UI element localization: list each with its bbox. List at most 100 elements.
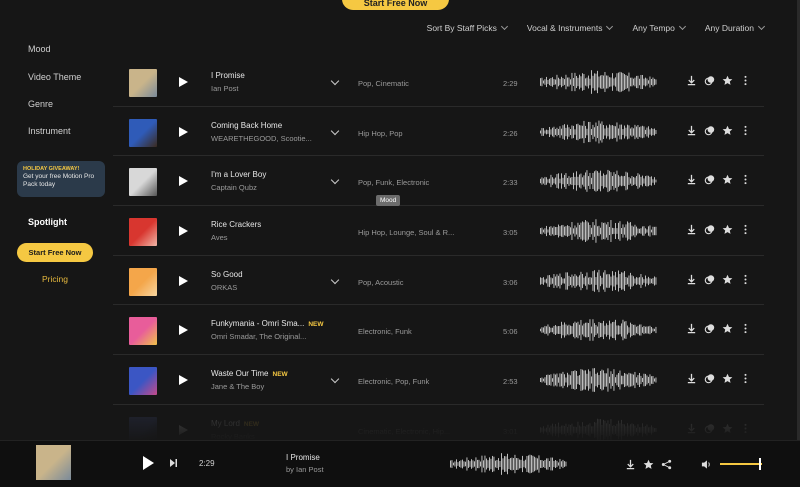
play-button[interactable] [179,325,188,336]
more-vertical-icon[interactable] [740,125,751,136]
chevron-down-icon[interactable] [330,374,340,384]
top-start-free-button[interactable]: Start Free Now [342,0,449,10]
more-vertical-icon[interactable] [740,174,751,185]
star-icon[interactable] [722,274,733,285]
sort-dropdown[interactable]: Sort By Staff Picks [427,22,508,33]
download-icon[interactable] [686,274,697,285]
star-icon[interactable] [722,224,733,235]
track-waveform[interactable] [540,318,658,342]
star-icon[interactable] [722,125,733,136]
track-cover-art[interactable] [129,367,157,396]
add-to-collection-icon[interactable] [704,323,715,334]
download-icon[interactable] [686,323,697,334]
play-button[interactable] [179,176,188,187]
star-icon[interactable] [722,373,733,384]
more-vertical-icon[interactable] [740,373,751,384]
track-artist[interactable]: Omri Smadar, The Original... [211,332,306,341]
download-icon[interactable] [686,373,697,384]
sidebar-item-mood[interactable]: Mood [28,44,51,54]
track-artist[interactable]: Jane & The Boy [211,382,264,391]
track-cover-art[interactable] [129,317,157,346]
track-waveform[interactable] [540,70,658,94]
play-button[interactable] [179,226,188,237]
track-waveform[interactable] [540,169,658,193]
download-icon[interactable] [625,459,636,470]
skip-next-icon[interactable] [170,459,177,467]
more-vertical-icon[interactable] [740,224,751,235]
play-button[interactable] [179,375,188,386]
track-artist[interactable]: Ian Post [211,84,239,93]
download-icon[interactable] [686,75,697,86]
track-cover-art[interactable] [129,118,157,147]
vocal-filter-dropdown[interactable]: Vocal & Instruments [527,22,614,33]
track-row[interactable]: Coming Back Home WEARETHEGOOD, Scootie..… [113,107,764,157]
track-row[interactable]: Funkymania - Omri Sma... NEW Omri Smadar,… [113,305,764,356]
track-genres[interactable]: Electronic, Pop, Funk [358,377,429,386]
more-vertical-icon[interactable] [740,75,751,86]
add-to-collection-icon[interactable] [704,174,715,185]
track-title[interactable]: Coming Back Home [211,121,286,130]
play-button[interactable] [179,275,188,286]
tempo-filter-dropdown[interactable]: Any Tempo [632,22,686,33]
volume-icon[interactable] [701,459,712,470]
download-icon[interactable] [686,125,697,136]
player-track-artist[interactable]: by Ian Post [286,465,324,474]
download-icon[interactable] [686,224,697,235]
chevron-down-icon[interactable] [330,275,340,284]
track-artist[interactable]: Aves [211,233,228,242]
duration-filter-dropdown[interactable]: Any Duration [705,22,766,33]
track-artist[interactable]: Captain Qubz [211,183,257,192]
track-waveform[interactable] [540,120,658,144]
track-row[interactable]: So Good ORKAS Pop, Acoustic 3:06 [113,256,764,306]
play-button[interactable] [179,77,188,87]
player-play-button[interactable] [143,456,154,470]
sidebar-item-video-theme[interactable]: Video Theme [28,72,81,82]
add-to-collection-icon[interactable] [704,125,715,136]
track-waveform[interactable] [540,219,658,243]
track-row[interactable]: Waste Our Time NEW Jane & The Boy Electro… [113,355,764,405]
volume-slider-handle[interactable] [759,458,761,470]
add-to-collection-icon[interactable] [704,224,715,235]
track-artist[interactable]: WEARETHEGOOD, Scootie... [211,134,312,143]
track-genres[interactable]: Hip Hop, Lounge, Soul & R... [358,228,454,237]
star-icon[interactable] [722,323,733,334]
track-title[interactable]: I Promise [211,71,249,80]
share-icon[interactable] [661,459,672,470]
add-to-collection-icon[interactable] [704,75,715,86]
track-title[interactable]: Funkymania - Omri Sma... NEW [211,319,324,328]
track-title[interactable]: So Good [211,270,247,279]
track-genres[interactable]: Pop, Acoustic [358,278,403,287]
track-artist[interactable]: ORKAS [211,283,237,292]
track-row[interactable]: Rice Crackers Aves Hip Hop, Lounge, Soul… [113,206,764,256]
track-cover-art[interactable] [129,267,157,296]
track-cover-art[interactable] [129,168,157,197]
track-genres[interactable]: Pop, Cinematic [358,79,409,88]
star-icon[interactable] [722,75,733,86]
chevron-down-icon[interactable] [330,76,340,86]
track-title[interactable]: Waste Our Time NEW [211,369,288,378]
player-track-title[interactable]: I Promise [286,453,320,462]
sidebar-item-genre[interactable]: Genre [28,99,53,109]
player-waveform[interactable] [450,453,568,475]
track-cover-art[interactable] [129,69,157,97]
track-row[interactable]: I Promise Ian Post Pop, Cinematic 2:29 [113,57,764,107]
chevron-down-icon[interactable] [330,126,340,135]
sidebar-item-spotlight[interactable]: Spotlight [28,217,67,227]
more-vertical-icon[interactable] [740,323,751,334]
more-vertical-icon[interactable] [740,274,751,285]
pricing-link[interactable]: Pricing [42,274,68,284]
track-cover-art[interactable] [129,218,157,247]
sidebar-item-instrument[interactable]: Instrument [28,126,71,136]
holiday-promo-banner[interactable]: HOLIDAY GIVEAWAY! Get your free Motion P… [17,161,105,197]
star-icon[interactable] [722,174,733,185]
track-genres[interactable]: Hip Hop, Pop [358,129,403,138]
track-genres[interactable]: Pop, Funk, Electronic [358,178,429,187]
track-genres[interactable]: Electronic, Funk [358,327,412,336]
play-button[interactable] [179,126,188,137]
track-title[interactable]: I'm a Lover Boy [211,170,270,179]
add-to-collection-icon[interactable] [704,373,715,384]
track-waveform[interactable] [540,269,658,293]
track-title[interactable]: Rice Crackers [211,220,265,229]
start-free-button[interactable]: Start Free Now [17,243,93,262]
track-row[interactable]: I'm a Lover Boy Captain Qubz Pop, Funk, … [113,156,764,207]
